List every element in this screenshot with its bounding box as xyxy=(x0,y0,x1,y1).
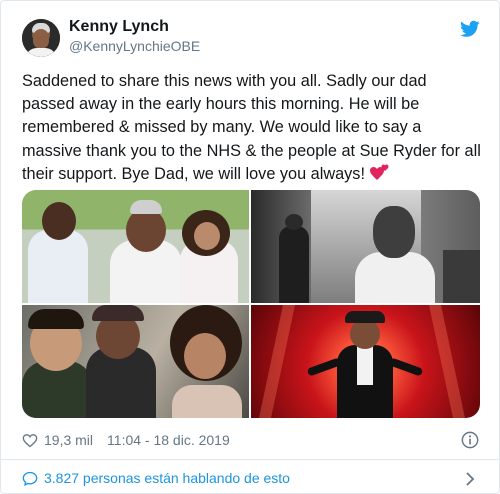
chevron-right-icon[interactable] xyxy=(465,471,475,487)
photo-street-portrait[interactable] xyxy=(251,190,480,303)
heart-icon[interactable] xyxy=(22,433,38,448)
photo-grid xyxy=(22,190,480,418)
author-name[interactable]: Kenny Lynch xyxy=(69,18,169,36)
avatar[interactable] xyxy=(22,19,60,57)
tweet-meta: 19,3 mil 11:04 - 18 dic. 2019 xyxy=(22,430,230,450)
tweet-timestamp[interactable]: 11:04 - 18 dic. 2019 xyxy=(107,432,230,448)
photo-family-selfie[interactable] xyxy=(22,305,249,418)
divider xyxy=(1,459,499,460)
info-icon[interactable] xyxy=(461,431,479,449)
tweet-text-block: Saddened to share this news with you all… xyxy=(22,70,482,186)
author-handle[interactable]: @KennyLynchieOBE xyxy=(69,38,200,54)
comment-icon xyxy=(22,471,38,486)
twitter-bird-icon[interactable] xyxy=(460,20,480,38)
two-hearts-emoji xyxy=(369,164,388,180)
like-count[interactable]: 19,3 mil xyxy=(44,432,93,448)
conversation-label: 3.827 personas están hablando de esto xyxy=(44,470,290,486)
tweet-text: Saddened to share this news with you all… xyxy=(22,72,481,183)
photo-family-garden[interactable] xyxy=(22,190,249,303)
conversation-link[interactable]: 3.827 personas están hablando de esto xyxy=(22,468,290,488)
tweet-card: Kenny Lynch @KennyLynchieOBE Saddened to… xyxy=(0,0,500,494)
photo-stage-performer[interactable] xyxy=(251,305,480,418)
